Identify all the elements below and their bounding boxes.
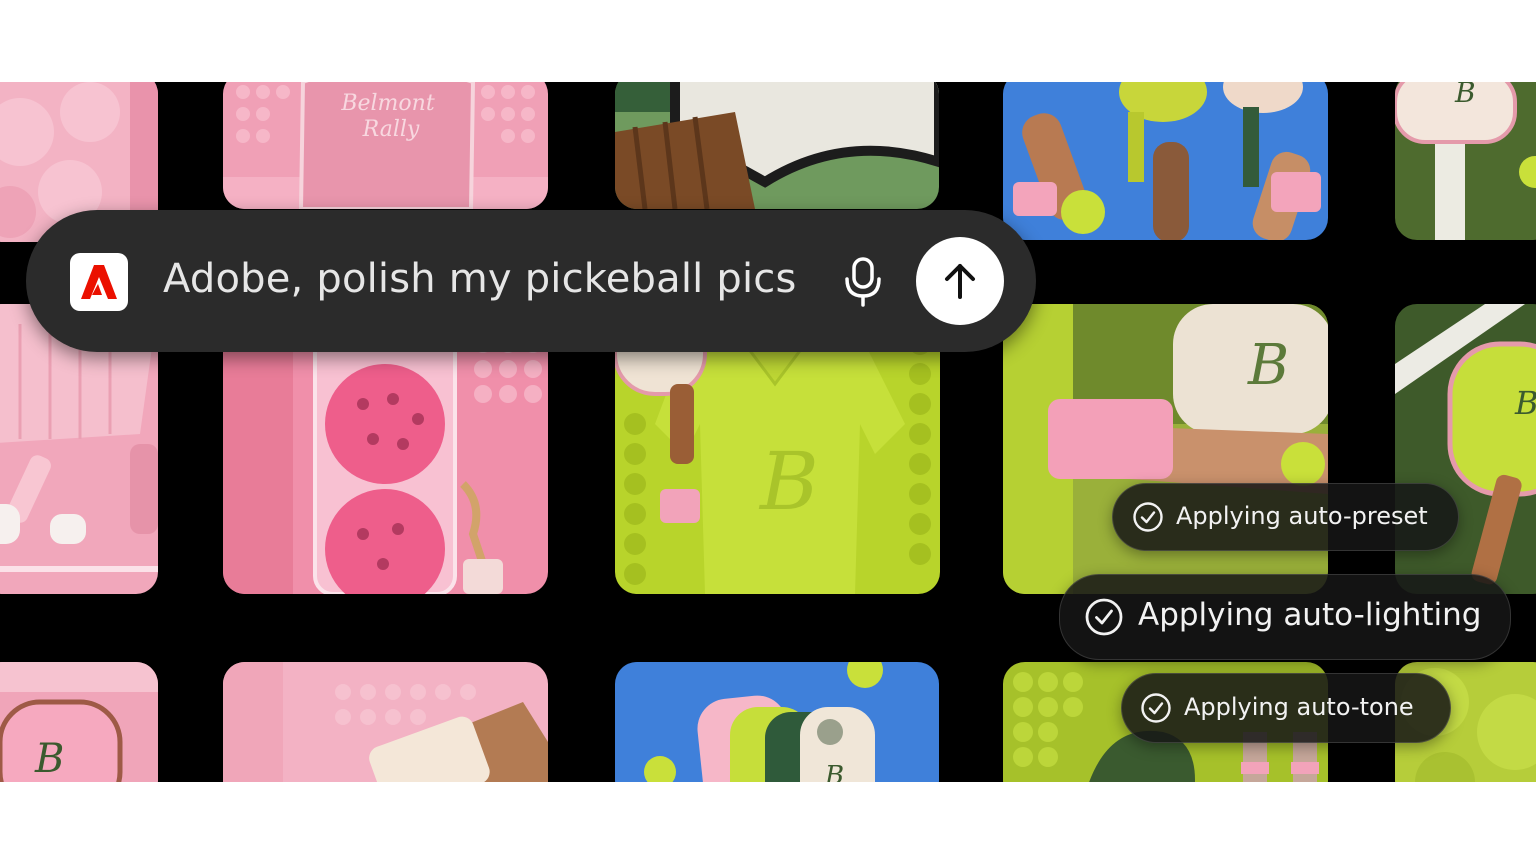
svg-text:B: B xyxy=(1247,333,1289,398)
photo-pink-paddle-bag[interactable]: Belmont Rally xyxy=(223,82,548,209)
svg-text:B: B xyxy=(758,435,819,528)
status-auto-lighting: Applying auto-lighting xyxy=(1059,574,1511,660)
photo-paddle-stack-sky[interactable]: B xyxy=(615,662,939,782)
status-auto-tone: Applying auto-tone xyxy=(1121,673,1451,743)
svg-text:B: B xyxy=(34,736,64,782)
adobe-logo-icon xyxy=(70,253,128,311)
send-button[interactable] xyxy=(916,237,1004,325)
photo-paddle-handle-closeup[interactable] xyxy=(615,82,939,209)
status-label: Applying auto-lighting xyxy=(1138,597,1482,633)
prompt-bar[interactable]: Adobe, polish my pickeball pics xyxy=(26,210,1036,352)
prompt-input[interactable]: Adobe, polish my pickeball pics xyxy=(163,256,797,302)
bag-text-belmont: Belmont xyxy=(340,91,434,116)
photo-pink-sock-closeup[interactable] xyxy=(223,662,548,782)
arrow-up-icon xyxy=(945,264,975,299)
photo-raised-paddles-sky[interactable] xyxy=(1003,82,1328,240)
status-label: Applying auto-preset xyxy=(1176,502,1428,530)
check-circle-icon xyxy=(1085,598,1123,636)
photo-pink-paddle-corner[interactable]: B xyxy=(0,662,158,782)
svg-text:B: B xyxy=(1514,384,1536,422)
check-circle-icon xyxy=(1141,693,1171,723)
status-auto-preset: Applying auto-preset xyxy=(1112,483,1459,551)
status-label: Applying auto-tone xyxy=(1184,693,1414,721)
paddle-monogram: B xyxy=(1454,82,1476,109)
microphone-icon[interactable] xyxy=(838,256,888,308)
check-circle-icon xyxy=(1133,502,1163,532)
photo-green-paddle-court[interactable]: B xyxy=(1395,82,1536,240)
svg-text:B: B xyxy=(824,761,844,782)
bag-text-rally: Rally xyxy=(362,117,420,142)
